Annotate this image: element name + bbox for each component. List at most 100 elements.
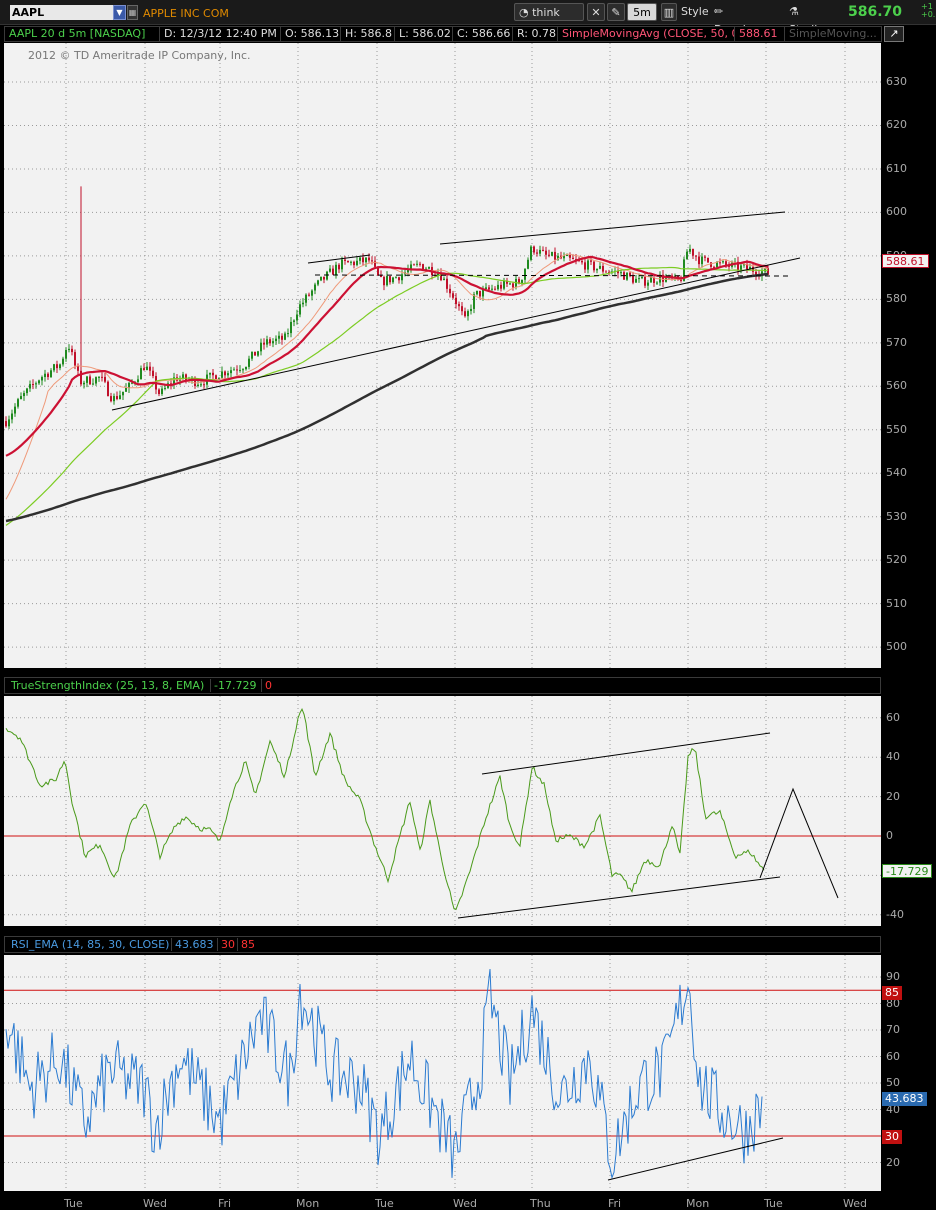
price-bar-body	[275, 338, 277, 342]
price-bar-body	[524, 268, 526, 280]
price-bar-body	[539, 249, 541, 254]
price-bar-body	[197, 384, 199, 387]
price-bar-body	[596, 268, 598, 271]
price-bar-body	[227, 373, 229, 376]
price-bar-body	[455, 297, 457, 305]
price-bar-body	[17, 399, 19, 407]
price-bar-body	[602, 265, 604, 272]
price-bar-body	[296, 314, 298, 321]
price-bar-body	[446, 278, 448, 289]
price-bar-body	[164, 387, 166, 389]
price-bar-body	[752, 266, 754, 272]
price-bar-body	[239, 369, 241, 371]
price-bar-body	[605, 271, 607, 273]
price-bar-body	[644, 276, 646, 286]
price-bar-body	[320, 276, 322, 281]
price-bar-body	[23, 393, 25, 397]
price-bar-body	[89, 376, 91, 385]
price-bar-body	[449, 288, 451, 294]
price-bar-body	[299, 304, 301, 315]
price-bar-body	[458, 304, 460, 307]
price-bar-body	[554, 251, 556, 260]
price-bar-body	[305, 294, 307, 303]
price-bar-body	[353, 261, 355, 266]
price-bar-body	[158, 389, 160, 395]
price-bar-body	[101, 376, 103, 378]
tsi-lower-trendline	[457, 876, 781, 919]
price-bar-body	[413, 264, 415, 266]
price-bar-body	[395, 277, 397, 279]
price-bar-body	[80, 370, 82, 385]
price-bar-body	[638, 278, 640, 280]
price-bar-body	[719, 262, 721, 264]
price-bar-body	[248, 358, 250, 367]
price-bar-body	[332, 268, 334, 275]
price-bar-body	[50, 370, 52, 377]
price-bar-body	[329, 268, 331, 272]
price-bar-body	[137, 379, 139, 382]
price-bar-body	[704, 256, 706, 258]
price-bar-body	[203, 384, 205, 386]
price-bar-body	[83, 382, 85, 385]
price-bar-body	[209, 372, 211, 375]
price-bar-body	[356, 260, 358, 266]
price-bar-body	[365, 257, 367, 263]
price-bar-body	[266, 339, 268, 345]
price-bar-body	[359, 257, 361, 261]
tsi-projection-line	[759, 787, 839, 899]
tsi-line	[5, 708, 765, 911]
price-bar-body	[545, 250, 547, 255]
price-bar-body	[113, 396, 115, 402]
price-bar-body	[269, 339, 271, 344]
price-bar-body	[635, 278, 637, 283]
price-bar-body	[35, 383, 37, 385]
price-bar-body	[128, 382, 130, 388]
price-bar-body	[551, 251, 553, 256]
price-bar-body	[236, 369, 238, 371]
price-bar-body	[632, 275, 634, 283]
price-bar-body	[497, 284, 499, 290]
price-bar-body	[473, 294, 475, 309]
price-bar-body	[47, 373, 49, 377]
price-bar-body	[548, 254, 550, 256]
price-bar-body	[368, 257, 370, 261]
price-bar-body	[20, 396, 22, 400]
price-bar-body	[566, 254, 568, 256]
price-bar-body	[323, 276, 325, 280]
price-bar-body	[650, 277, 652, 283]
price-bar-body	[362, 257, 364, 263]
price-bar-body	[701, 256, 703, 265]
price-bar-body	[38, 380, 40, 384]
price-bar-body	[392, 277, 394, 283]
price-bar-body	[272, 341, 274, 344]
price-bar-body	[530, 246, 532, 260]
price-bar-body	[461, 306, 463, 312]
price-bar-body	[59, 364, 61, 369]
price-bar-body	[290, 321, 292, 334]
price-bar-body	[233, 369, 235, 371]
price-bar-body	[599, 265, 601, 269]
price-bar-body	[242, 369, 244, 371]
chart-canvas	[4, 43, 881, 1191]
price-bar-body	[41, 377, 43, 381]
rsi-support-trendline	[607, 1137, 784, 1181]
upper-channel-right	[439, 211, 786, 245]
price-bar-body	[224, 371, 226, 376]
price-bar-body	[476, 290, 478, 295]
price-bar-body	[26, 388, 28, 394]
price-bar-body	[122, 391, 124, 396]
price-bar-body	[383, 276, 385, 286]
price-bar-body	[65, 350, 67, 359]
price-bar-body	[491, 288, 493, 290]
price-bar-body	[620, 272, 622, 274]
price-bar-body	[302, 302, 304, 305]
price-bar-body	[692, 248, 694, 256]
price-bar-body	[71, 348, 73, 353]
price-bar-body	[335, 264, 337, 275]
price-bar-body	[68, 348, 70, 351]
price-bar-body	[350, 261, 352, 263]
price-bar-body	[509, 283, 511, 285]
price-bar-body	[572, 257, 574, 260]
price-bar-body	[647, 282, 649, 286]
price-bar-body	[593, 261, 595, 271]
